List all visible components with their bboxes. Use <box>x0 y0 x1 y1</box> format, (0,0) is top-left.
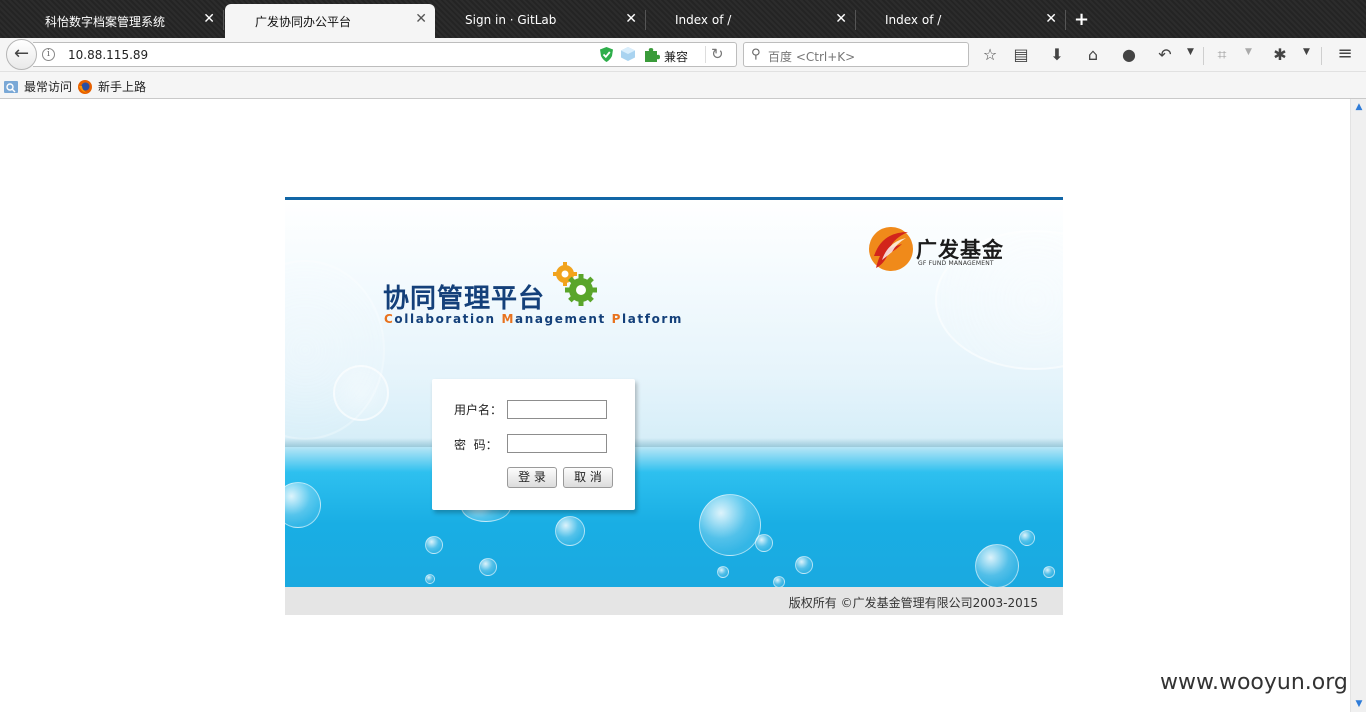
decor-bubble <box>795 556 813 574</box>
decor-bubble <box>717 566 729 578</box>
tab-title: 广发协同办公平台 <box>255 15 352 29</box>
login-panel: 协同管理平台 Collaboration Management Platform <box>285 197 1063 615</box>
tab-title: Index of / <box>675 13 732 27</box>
reading-list-icon[interactable]: ▤ <box>1011 45 1031 64</box>
undo-dropdown-icon[interactable]: ▼ <box>1187 47 1194 57</box>
cancel-button[interactable]: 取 消 <box>563 467 613 488</box>
username-label: 用户名： <box>454 403 503 417</box>
bookmark-getting-started[interactable]: 新手上路 <box>78 78 146 95</box>
shield-icon[interactable] <box>600 47 613 62</box>
chat-icon[interactable]: ● <box>1119 45 1139 64</box>
gears-icon <box>553 262 597 306</box>
decor-bubble <box>773 576 785 587</box>
tab-title: Sign in · GitLab <box>465 13 557 27</box>
login-form: 用户名： 密 码： 登 录 取 消 <box>432 379 635 510</box>
tab-2[interactable]: 广发协同办公平台 ✕ <box>225 4 435 38</box>
close-tab-icon[interactable]: ✕ <box>625 11 637 27</box>
toolbar-divider <box>1321 47 1322 65</box>
brand-emblem-icon <box>869 227 913 271</box>
back-button[interactable]: ← <box>6 39 37 70</box>
tab-title: Index of / <box>885 13 942 27</box>
tab-1[interactable]: 科怡数字档案管理系统 ✕ <box>0 4 224 38</box>
firefox-icon <box>78 79 92 94</box>
platform-logo-subtitle: Collaboration Management Platform <box>384 312 684 326</box>
tab-strip: 科怡数字档案管理系统 ✕ 广发协同办公平台 ✕ Sign in · GitLab… <box>0 0 1366 38</box>
search-placeholder: 百度 <Ctrl+K> <box>768 50 856 64</box>
extension-dropdown-icon[interactable]: ▼ <box>1303 47 1310 57</box>
bookmarks-bar: 最常访问 新手上路 <box>0 72 1366 99</box>
undo-icon[interactable]: ↶ <box>1155 45 1175 64</box>
search-icon: ⚲ <box>751 47 761 62</box>
bookmark-label: 最常访问 <box>24 80 73 94</box>
close-tab-icon[interactable]: ✕ <box>415 11 427 27</box>
scroll-up-icon[interactable]: ▲ <box>1354 102 1364 112</box>
login-button[interactable]: 登 录 <box>507 467 557 488</box>
url-bar[interactable]: i 10.88.115.89 兼容 ↻ <box>33 42 737 67</box>
bookmark-most-visited[interactable]: 最常访问 <box>4 78 72 95</box>
crop-icon[interactable]: ⌗ <box>1212 45 1232 65</box>
cube-icon[interactable] <box>621 47 635 61</box>
back-arrow-icon: ← <box>13 43 30 64</box>
watermark: www.wooyun.org <box>1160 670 1348 695</box>
copyright-text: 版权所有 ©广发基金管理有限公司2003-2015 <box>788 596 1038 610</box>
url-text[interactable]: 10.88.115.89 <box>68 48 148 62</box>
decor-bubble <box>479 558 497 576</box>
brand-name-en: GF FUND MANAGEMENT <box>918 260 994 267</box>
scroll-down-icon[interactable]: ▼ <box>1354 699 1364 709</box>
puzzle-icon[interactable] <box>643 46 660 63</box>
vertical-scrollbar[interactable]: ▲ ▼ <box>1350 99 1366 712</box>
decor-bubble <box>699 494 761 556</box>
decor-bubble <box>975 544 1019 587</box>
tab-4[interactable]: Index of / ✕ <box>645 4 856 38</box>
tab-title: 科怡数字档案管理系统 <box>45 15 166 29</box>
download-icon[interactable]: ⬇ <box>1047 45 1067 64</box>
crop-dropdown-icon[interactable]: ▼ <box>1245 47 1252 57</box>
platform-logo-title: 协同管理平台 <box>383 284 546 314</box>
navigation-bar: i 10.88.115.89 兼容 ↻ ← ⚲ 百度 <Ctrl+K> ☆ ▤ … <box>0 38 1366 72</box>
toolbar-divider <box>1203 47 1204 65</box>
decor-bubble <box>1019 530 1035 546</box>
close-tab-icon[interactable]: ✕ <box>1045 11 1057 27</box>
password-input[interactable] <box>507 434 607 453</box>
brand-logo: 广发基金 GF FUND MANAGEMENT <box>868 226 1018 276</box>
divider <box>705 46 706 63</box>
reload-icon[interactable]: ↻ <box>711 45 724 63</box>
login-banner: 协同管理平台 Collaboration Management Platform <box>285 200 1063 587</box>
compat-mode-label[interactable]: 兼容 <box>664 48 688 65</box>
decor-bubble <box>425 574 435 584</box>
home-icon[interactable]: ⌂ <box>1083 45 1103 64</box>
decor-bubble <box>755 534 773 552</box>
bookmark-star-icon[interactable]: ☆ <box>980 45 1000 64</box>
decor-bubble <box>425 536 443 554</box>
search-bar[interactable]: ⚲ 百度 <Ctrl+K> <box>743 42 969 67</box>
menu-icon[interactable]: ≡ <box>1335 43 1355 64</box>
close-tab-icon[interactable]: ✕ <box>835 11 847 27</box>
close-tab-icon[interactable]: ✕ <box>203 11 215 27</box>
bookmark-label: 新手上路 <box>98 80 147 94</box>
tab-5[interactable]: Index of / ✕ <box>855 4 1066 38</box>
decor-bubble <box>555 516 585 546</box>
decor-bubble <box>1043 566 1055 578</box>
info-icon[interactable]: i <box>42 48 55 61</box>
username-input[interactable] <box>507 400 607 419</box>
footer: 版权所有 ©广发基金管理有限公司2003-2015 <box>285 587 1063 615</box>
extension-icon[interactable]: ✱ <box>1270 45 1290 64</box>
password-label: 密 码： <box>454 438 498 452</box>
folder-search-icon <box>4 80 18 93</box>
new-tab-icon[interactable]: + <box>1074 9 1089 30</box>
tab-3[interactable]: Sign in · GitLab ✕ <box>435 4 646 38</box>
sea-background <box>285 447 1063 587</box>
